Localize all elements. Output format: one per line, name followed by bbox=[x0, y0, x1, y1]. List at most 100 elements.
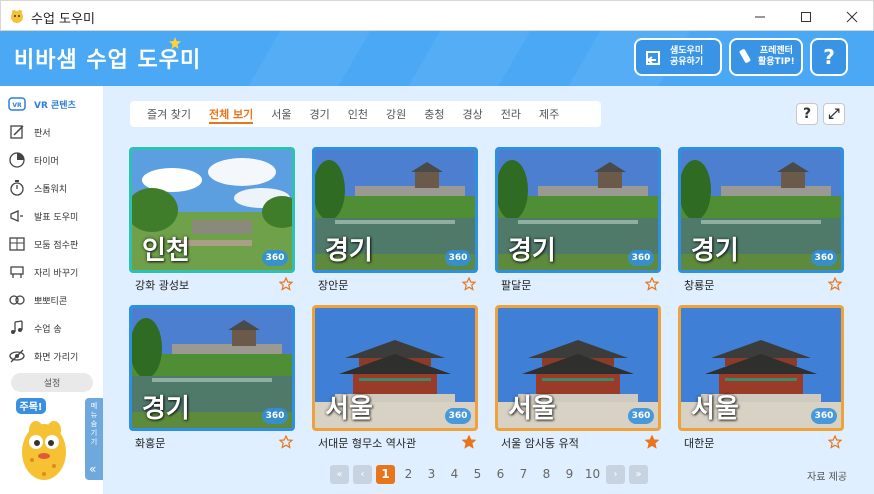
favorite-star-icon[interactable] bbox=[279, 277, 293, 291]
tab-7[interactable]: 경상 bbox=[454, 101, 492, 127]
sidebar-item-music[interactable]: 수업 송 bbox=[8, 316, 98, 340]
first-page-button[interactable]: « bbox=[330, 464, 349, 484]
sidebar-item-megaphone[interactable]: 발표 도우미 bbox=[8, 204, 98, 228]
fullscreen-icon: ⤢ bbox=[828, 106, 840, 122]
sidebar-item-scoreboard[interactable]: 모둠 점수판 bbox=[8, 232, 98, 256]
page-button-10[interactable]: 10 bbox=[583, 465, 602, 484]
minimize-button[interactable] bbox=[737, 1, 783, 32]
presenter-tip-button[interactable]: 프레젠터 활용TIP! bbox=[729, 38, 803, 76]
card-title: 대한문 bbox=[684, 437, 715, 450]
favorite-star-icon[interactable] bbox=[645, 277, 659, 291]
page-button-6[interactable]: 6 bbox=[491, 465, 510, 484]
favorite-star-icon[interactable] bbox=[828, 435, 842, 449]
card-thumbnail[interactable]: 경기 360 bbox=[312, 147, 478, 273]
card-thumbnail[interactable]: 경기 360 bbox=[678, 147, 844, 273]
sidebar-item-label: 화면 가리기 bbox=[34, 352, 79, 363]
sidebar-item-emoticon[interactable]: 뽀뽀티콘 bbox=[8, 288, 98, 312]
sidebar-item-seat[interactable]: 자리 바꾸기 bbox=[8, 260, 98, 284]
page-button-8[interactable]: 8 bbox=[537, 465, 556, 484]
page-button-1[interactable]: 1 bbox=[376, 464, 395, 484]
mascot-image: 주목! bbox=[16, 398, 66, 480]
seat-icon bbox=[10, 266, 24, 278]
card-thumbnail[interactable]: 서울 360 bbox=[495, 305, 661, 431]
fullscreen-button[interactable]: ⤢ bbox=[823, 103, 845, 125]
sidebar-item-label: 스톱워치 bbox=[34, 184, 68, 195]
card-title: 서대문 형무소 역사관 bbox=[318, 437, 417, 450]
tab-5[interactable]: 강원 bbox=[377, 101, 415, 127]
sidebar-item-timer[interactable]: 타이머 bbox=[8, 148, 98, 172]
app-header: 비바샘 수업 도우미 샘도우미 공유하기 프레젠터 활용TIP! ? bbox=[0, 31, 874, 86]
share-icon bbox=[646, 51, 660, 65]
card-region-label: 서울 bbox=[508, 394, 556, 424]
vr-icon: VR bbox=[8, 97, 26, 111]
360-badge-icon: 360 bbox=[628, 250, 654, 266]
page-button-9[interactable]: 9 bbox=[560, 465, 579, 484]
svg-text:VR: VR bbox=[12, 102, 22, 109]
close-icon bbox=[846, 11, 858, 22]
pen-icon bbox=[10, 125, 24, 139]
sidebar: VR VR 콘텐츠판서타이머스톱워치발표 도우미모둠 점수판자리 바꾸기뽀뽀티콘수… bbox=[0, 86, 103, 494]
sidebar-item-hide-eye[interactable]: 화면 가리기 bbox=[8, 344, 98, 368]
favorite-star-icon[interactable] bbox=[279, 435, 293, 449]
tab-3[interactable]: 경기 bbox=[301, 101, 339, 127]
card-thumbnail[interactable]: 인천 360 bbox=[129, 147, 295, 273]
menu-hide-button[interactable]: 메뉴 숨기기 « bbox=[85, 398, 103, 480]
card-region-label: 경기 bbox=[142, 394, 190, 424]
vr-card[interactable]: 서울 360 서울 암사동 유적 bbox=[495, 305, 661, 453]
prev-page-button[interactable]: ‹ bbox=[353, 464, 372, 484]
help-button[interactable]: ? bbox=[810, 38, 848, 76]
page-button-2[interactable]: 2 bbox=[399, 465, 418, 484]
tab-0[interactable]: 즐겨 찾기 bbox=[138, 101, 200, 127]
vr-card[interactable]: 경기 360 창룡문 bbox=[678, 147, 844, 295]
credit-text: 자료 제공 bbox=[807, 472, 847, 483]
favorite-star-icon[interactable] bbox=[462, 435, 476, 449]
page-button-4[interactable]: 4 bbox=[445, 465, 464, 484]
maximize-button[interactable] bbox=[783, 1, 829, 32]
tab-1[interactable]: 전체 보기 bbox=[200, 101, 262, 127]
vr-card[interactable]: 서울 360 서대문 형무소 역사관 bbox=[312, 305, 478, 453]
card-thumbnail[interactable]: 경기 360 bbox=[495, 147, 661, 273]
sidebar-item-label: 수업 송 bbox=[34, 324, 62, 335]
vr-card[interactable]: 경기 360 화홍문 bbox=[129, 305, 295, 453]
settings-button[interactable]: 설정 bbox=[11, 373, 93, 392]
card-title: 서울 암사동 유적 bbox=[501, 437, 579, 450]
sidebar-item-vr[interactable]: VR VR 콘텐츠 bbox=[8, 92, 98, 116]
favorite-star-icon[interactable] bbox=[828, 277, 842, 291]
share-button[interactable]: 샘도우미 공유하기 bbox=[634, 38, 722, 76]
sidebar-item-label: 모둠 점수판 bbox=[34, 240, 79, 251]
maximize-icon bbox=[801, 11, 811, 22]
help-tool-button[interactable]: ? bbox=[796, 103, 818, 125]
favorite-star-icon[interactable] bbox=[645, 435, 659, 449]
page-button-3[interactable]: 3 bbox=[422, 465, 441, 484]
stopwatch-icon bbox=[10, 180, 24, 196]
hide-eye-icon bbox=[9, 349, 25, 363]
tab-8[interactable]: 전라 bbox=[492, 101, 530, 127]
card-region-label: 인천 bbox=[142, 236, 190, 266]
tab-4[interactable]: 인천 bbox=[339, 101, 377, 127]
favorite-star-icon[interactable] bbox=[462, 277, 476, 291]
vr-card[interactable]: 경기 360 장안문 bbox=[312, 147, 478, 295]
next-page-button[interactable]: › bbox=[606, 464, 625, 484]
last-page-button[interactable]: » bbox=[629, 464, 648, 484]
pagination: «‹ 1 2 3 4 5 6 7 8 9 10 ›» bbox=[330, 464, 652, 484]
tab-2[interactable]: 서울 bbox=[262, 101, 300, 127]
vr-card[interactable]: 인천 360 강화 광성보 bbox=[129, 147, 295, 295]
vr-card[interactable]: 경기 360 팔달문 bbox=[495, 147, 661, 295]
card-thumbnail[interactable]: 서울 360 bbox=[678, 305, 844, 431]
card-thumbnail[interactable]: 서울 360 bbox=[312, 305, 478, 431]
close-button[interactable] bbox=[829, 1, 874, 32]
tab-9[interactable]: 제주 bbox=[530, 101, 568, 127]
tab-6[interactable]: 충청 bbox=[415, 101, 453, 127]
vr-card[interactable]: 서울 360 대한문 bbox=[678, 305, 844, 453]
page-button-5[interactable]: 5 bbox=[468, 465, 487, 484]
music-icon bbox=[11, 320, 23, 334]
emoticon-icon bbox=[9, 295, 25, 305]
page-button-7[interactable]: 7 bbox=[514, 465, 533, 484]
scoreboard-icon bbox=[9, 237, 25, 251]
sidebar-item-pen[interactable]: 판서 bbox=[8, 120, 98, 144]
card-title: 화홍문 bbox=[135, 437, 166, 450]
window-title: 수업 도우미 bbox=[31, 12, 95, 27]
card-thumbnail[interactable]: 경기 360 bbox=[129, 305, 295, 431]
sidebar-item-stopwatch[interactable]: 스톱워치 bbox=[8, 176, 98, 200]
card-region-label: 경기 bbox=[691, 236, 739, 266]
